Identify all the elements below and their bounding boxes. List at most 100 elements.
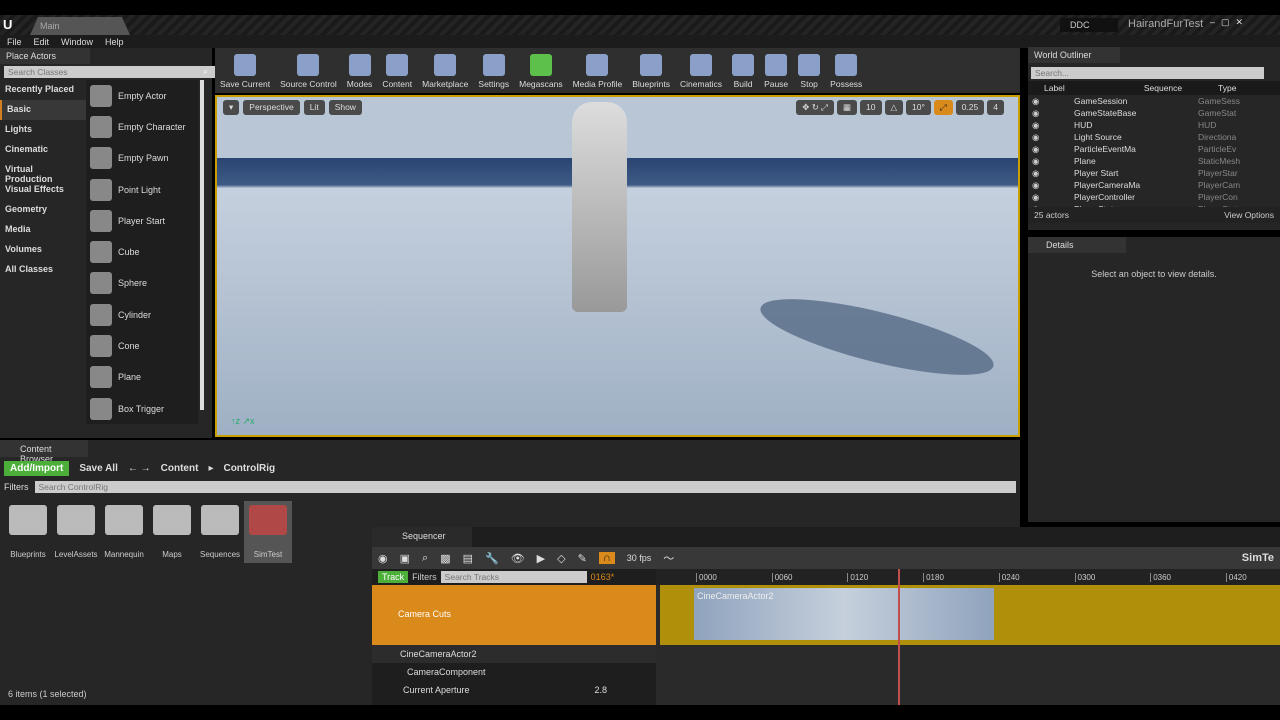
toolbar-stop-button[interactable]: Stop xyxy=(798,54,821,89)
show-button[interactable]: Show xyxy=(328,100,362,115)
category-geometry[interactable]: Geometry xyxy=(0,200,86,220)
asset-sequences[interactable]: Sequences xyxy=(196,501,244,563)
view-options-button[interactable]: View Options xyxy=(1224,210,1274,220)
toolbar-blueprints-button[interactable]: Blueprints xyxy=(632,54,670,89)
visibility-eye-icon[interactable]: ◉ xyxy=(1028,120,1048,131)
camera-speed[interactable]: 4 xyxy=(987,100,1004,115)
world-outliner-tab[interactable]: World Outliner xyxy=(1028,47,1120,63)
viewport-options-button[interactable]: ▾ xyxy=(223,100,240,115)
outliner-row[interactable]: ◉ Light Source Directiona xyxy=(1028,131,1280,143)
search-tracks-input[interactable] xyxy=(440,571,587,583)
toolbar-content-button[interactable]: Content xyxy=(382,54,412,89)
visibility-eye-icon[interactable]: ◉ xyxy=(1028,108,1048,119)
place-actors-tab[interactable]: Place Actors xyxy=(0,48,90,64)
scrollbar[interactable] xyxy=(200,80,204,410)
search-icon[interactable]: ⌕ xyxy=(422,552,428,565)
toolbar-source-control-button[interactable]: Source Control xyxy=(280,54,337,89)
outliner-row[interactable]: ◉ GameSession GameSess xyxy=(1028,95,1280,107)
visibility-eye-icon[interactable]: ◉ xyxy=(1028,168,1048,179)
aperture-value[interactable]: 2.8 xyxy=(595,685,608,695)
content-browser-tab[interactable]: Content Browser xyxy=(0,440,88,464)
outliner-row[interactable]: ◉ Plane StaticMesh xyxy=(1028,155,1280,167)
toolbar-cinematics-button[interactable]: Cinematics xyxy=(680,54,722,89)
scale-snap-icon[interactable]: ⤢ xyxy=(933,100,953,115)
camera-icon[interactable]: ▩ xyxy=(440,552,450,565)
save-all-button[interactable]: Save All xyxy=(79,463,118,474)
track-cinecameraactor2[interactable]: CineCameraActor2 xyxy=(372,645,656,663)
asset-blueprints[interactable]: Blueprints xyxy=(4,501,52,563)
track-camera-cuts[interactable]: Camera Cuts xyxy=(372,585,656,645)
pencil-icon[interactable]: ✎ xyxy=(578,552,587,565)
toolbar-save-current-button[interactable]: Save Current xyxy=(220,54,270,89)
snap-magnet-icon[interactable]: ∩ xyxy=(598,552,615,564)
save-icon[interactable]: ▣ xyxy=(400,552,410,565)
outliner-row[interactable]: ◉ ParticleEventMa ParticleEv xyxy=(1028,143,1280,155)
asset-maps[interactable]: Maps xyxy=(148,501,196,563)
toolbar-pause-button[interactable]: Pause xyxy=(764,54,788,89)
grid-size[interactable]: 10 xyxy=(860,100,882,115)
add-import-button[interactable]: Add/Import xyxy=(4,460,70,476)
menu-help[interactable]: Help xyxy=(105,37,124,47)
category-lights[interactable]: Lights xyxy=(0,120,86,140)
outliner-search-input[interactable] xyxy=(1031,67,1264,79)
visibility-eye-icon[interactable]: ◉ xyxy=(1028,192,1048,203)
transform-tools[interactable]: ✥ ↻ ⤢ xyxy=(796,100,834,115)
eye-icon[interactable]: 👁 xyxy=(511,552,525,565)
track-current-aperture[interactable]: Current Aperture xyxy=(403,685,470,695)
fps-select[interactable]: 30 fps xyxy=(627,553,652,563)
category-cinematic[interactable]: Cinematic xyxy=(0,140,86,160)
actor-item-empty-pawn[interactable]: Empty Pawn xyxy=(90,143,198,174)
outliner-row[interactable]: ◉ PlayerCameraMa PlayerCam xyxy=(1028,179,1280,191)
sequencer-tab[interactable]: Sequencer xyxy=(372,527,472,547)
camera-cut-clip[interactable]: CineCameraActor2 xyxy=(694,588,994,640)
visibility-eye-icon[interactable]: ◉ xyxy=(1028,144,1048,155)
asset-levelassets[interactable]: LevelAssets xyxy=(52,501,100,563)
perspective-button[interactable]: Perspective xyxy=(243,100,300,115)
category-recently-placed[interactable]: Recently Placed xyxy=(0,80,86,100)
menu-edit[interactable]: Edit xyxy=(34,37,50,47)
actor-item-cube[interactable]: Cube xyxy=(90,236,198,267)
character-mannequin[interactable] xyxy=(572,102,627,312)
toolbar-settings-button[interactable]: Settings xyxy=(478,54,509,89)
category-media[interactable]: Media xyxy=(0,220,86,240)
category-all-classes[interactable]: All Classes xyxy=(0,260,86,280)
render-icon[interactable]: ▤ xyxy=(463,552,473,565)
content-search-input[interactable] xyxy=(34,481,1016,493)
outliner-row[interactable]: ◉ GameStateBase GameStat xyxy=(1028,107,1280,119)
content-folder[interactable]: Content xyxy=(161,463,199,474)
rotation-snap[interactable]: 10° xyxy=(906,100,931,115)
category-volumes[interactable]: Volumes xyxy=(0,240,86,260)
tab-main[interactable]: Main xyxy=(30,17,130,35)
toolbar-megascans-button[interactable]: Megascans xyxy=(519,54,563,89)
track-cameracomponent[interactable]: CameraComponent xyxy=(372,663,656,681)
filters-button[interactable]: Filters xyxy=(412,572,437,582)
world-icon[interactable]: ◉ xyxy=(378,552,388,565)
menu-file[interactable]: File xyxy=(7,37,22,47)
visibility-eye-icon[interactable]: ◉ xyxy=(1028,156,1048,167)
asset-simtest[interactable]: SimTest xyxy=(244,501,292,563)
column-sequence[interactable]: Sequence xyxy=(1108,83,1218,93)
controlrig-folder[interactable]: ControlRig xyxy=(223,463,275,474)
search-icon[interactable]: ⌕ xyxy=(203,66,208,78)
lit-button[interactable]: Lit xyxy=(303,100,325,115)
menu-window[interactable]: Window xyxy=(61,37,93,47)
visibility-eye-icon[interactable]: ◉ xyxy=(1028,132,1048,143)
grid-snap-icon[interactable]: ▦ xyxy=(837,100,858,115)
actor-item-empty-character[interactable]: Empty Character xyxy=(90,111,198,142)
playhead[interactable] xyxy=(898,569,900,705)
scale-snap[interactable]: 0.25 xyxy=(955,100,985,115)
category-virtual-production[interactable]: Virtual Production xyxy=(0,160,86,184)
current-frame[interactable]: 0163* xyxy=(591,572,615,582)
filters-button[interactable]: Filters xyxy=(4,482,29,492)
column-type[interactable]: Type xyxy=(1218,83,1236,93)
back-forward-icons[interactable]: ← → xyxy=(128,463,151,474)
add-track-button[interactable]: Track xyxy=(378,571,409,583)
toolbar-media-profile-button[interactable]: Media Profile xyxy=(573,54,622,89)
visibility-eye-icon[interactable]: ◉ xyxy=(1028,180,1048,191)
actor-item-empty-actor[interactable]: Empty Actor xyxy=(90,80,198,111)
actor-item-player-start[interactable]: Player Start xyxy=(90,205,198,236)
column-label[interactable]: Label xyxy=(1028,83,1108,93)
toolbar-possess-button[interactable]: Possess xyxy=(830,54,862,89)
play-icon[interactable]: ▶ xyxy=(537,552,545,565)
key-icon[interactable]: ◇ xyxy=(557,552,565,565)
